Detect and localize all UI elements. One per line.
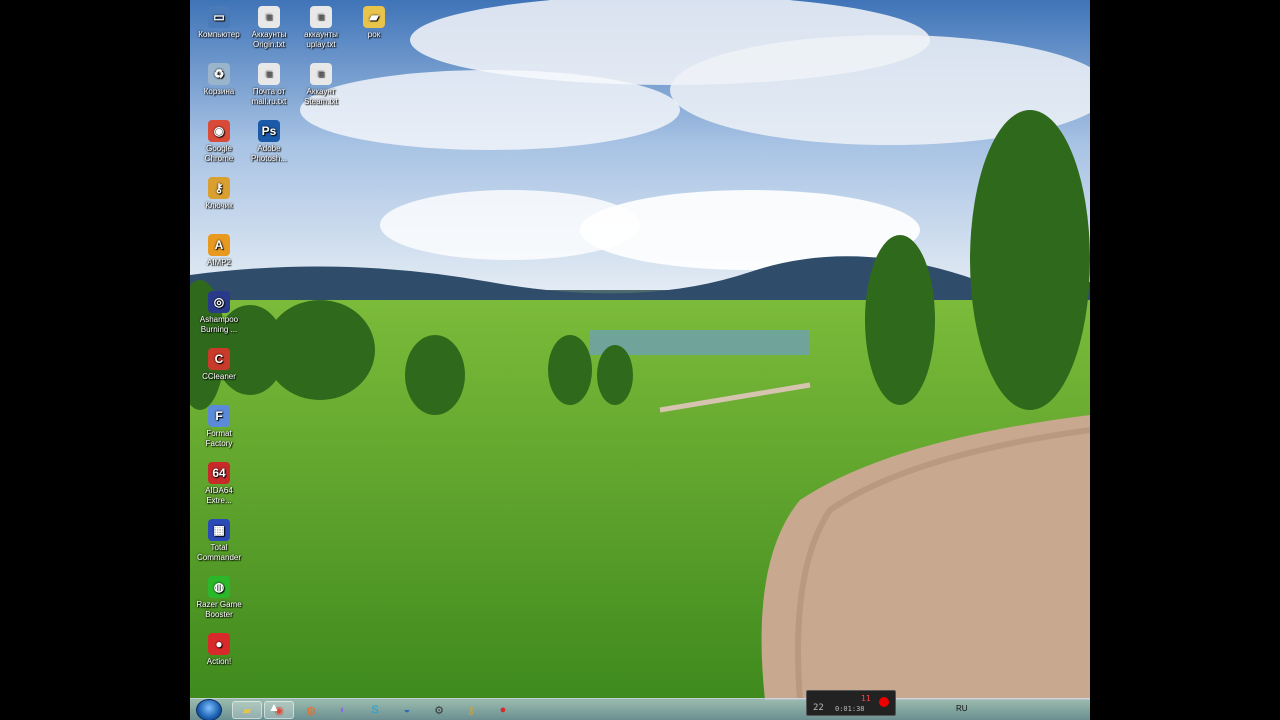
format-factory-icon: F <box>208 405 230 427</box>
desktop-icon[interactable]: F Format Factory <box>193 405 245 449</box>
text-file-icon: ≡ <box>310 63 332 85</box>
recorder-fps: 22 <box>813 703 824 713</box>
desktop-icon-label: Почта от mail.ru.txt <box>251 87 287 106</box>
desktop-icon-label: Ключик <box>205 201 233 210</box>
taskbar-button[interactable]: ◒ <box>392 701 422 719</box>
recycle-bin-icon: ♻ <box>208 63 230 85</box>
start-button[interactable] <box>196 699 222 720</box>
desktop-icon[interactable]: ◍ Razer Game Booster <box>193 576 245 620</box>
desktop-icon[interactable]: ≡ Аккаунт Steam.txt <box>295 63 347 107</box>
taskbar-button[interactable]: ◍ <box>296 701 326 719</box>
desktop: ▭ Компьютер ≡ Аккаунты Origin.txt ≡ аккаунты … <box>190 0 1090 720</box>
desktop-icon-label: Format Factory <box>205 429 233 448</box>
ashampoo-icon: ◎ <box>208 291 230 313</box>
recorder-time: 0:01:38 <box>835 705 865 713</box>
desktop-icon-label: Аккаунты Origin.txt <box>251 30 287 49</box>
desktop-icon-label: Action! <box>206 657 232 666</box>
desktop-icon-label: Adobe Photosh... <box>250 144 288 163</box>
origin-icon: ◍ <box>306 704 316 717</box>
desktop-icon-label: Razer Game Booster <box>196 600 242 619</box>
desktop-icon-label: Total Commander <box>196 543 241 562</box>
recorder-widget[interactable]: 22 0:01:38 11 <box>806 690 896 716</box>
taskbar-button[interactable]: ▰ <box>232 701 262 719</box>
desktop-icon[interactable]: C CCleaner <box>193 348 245 382</box>
key-icon: ⚷ <box>208 177 230 199</box>
taskbar-button[interactable]: ● <box>488 701 518 719</box>
photoshop-icon: Ps <box>258 120 280 142</box>
desktop-icon-label: Аккаунт Steam.txt <box>304 87 338 106</box>
chrome-icon: ◉ <box>208 120 230 142</box>
desktop-icon-label: Компьютер <box>198 30 240 39</box>
explorer-icon: ▰ <box>242 704 252 717</box>
steam-icon: ⚙ <box>434 704 444 717</box>
desktop-icon-label: CCleaner <box>202 372 236 381</box>
desktop-icon[interactable]: ≡ Почта от mail.ru.txt <box>243 63 295 107</box>
aida64-icon: 64 <box>208 462 230 484</box>
desktop-icon[interactable]: 64 AIDA64 Extre... <box>193 462 245 506</box>
desktop-icon[interactable]: ▭ Компьютер <box>193 6 245 40</box>
desktop-icon[interactable]: ● Action! <box>193 633 245 667</box>
total-commander-icon: ▦ <box>208 519 230 541</box>
desktop-icon[interactable]: A AIMP2 <box>193 234 245 268</box>
desktop-icon[interactable]: ≡ Аккаунты Origin.txt <box>243 6 295 50</box>
desktop-icon-label: аккаунты uplay.txt <box>304 30 338 49</box>
taskbar-button[interactable]: ⚷ <box>456 701 486 719</box>
language-indicator[interactable]: RU <box>956 704 968 713</box>
text-file-icon: ≡ <box>258 63 280 85</box>
desktop-icon-label: Google Chrome <box>204 144 234 163</box>
record-icon[interactable] <box>879 697 889 707</box>
key-icon: ⚷ <box>466 704 476 717</box>
taskbar: ▰ ◉ ◍ ◐ S ◒ ⚙ ⚷ ● RU <box>190 698 1090 720</box>
desktop-icon[interactable]: ≡ аккаунты uplay.txt <box>295 6 347 50</box>
desktop-icon-label: AIMP2 <box>206 258 231 267</box>
text-file-icon: ≡ <box>310 6 332 28</box>
desktop-icon-label: Ashampoo Burning ... <box>199 315 239 334</box>
desktop-icon[interactable]: Ps Adobe Photosh... <box>243 120 295 164</box>
globe-icon: ◒ <box>403 704 411 716</box>
taskbar-button[interactable]: ⚙ <box>424 701 454 719</box>
desktop-icon-label: Корзина <box>203 87 235 96</box>
desktop-icon[interactable]: ▦ Total Commander <box>193 519 245 563</box>
action-icon: ● <box>208 633 230 655</box>
desktop-icon[interactable]: ⚷ Ключик <box>193 177 245 211</box>
taskbar-button[interactable]: S <box>360 701 390 719</box>
taskbar-button[interactable]: ◐ <box>328 701 358 719</box>
desktop-icon-label: рок <box>367 30 381 39</box>
desktop-icon-label: AIDA64 Extre... <box>205 486 233 505</box>
computer-icon: ▭ <box>208 6 230 28</box>
recorder-count: 11 <box>861 694 871 703</box>
desktop-icon[interactable]: ▰ рок <box>348 6 400 40</box>
skype-icon: S <box>371 704 379 716</box>
desktop-icon[interactable]: ◎ Ashampoo Burning ... <box>193 291 245 335</box>
mouse-cursor-icon: ▲ <box>268 700 280 714</box>
action-record-icon: ● <box>499 704 507 716</box>
aimp-icon: A <box>208 234 230 256</box>
ccleaner-icon: C <box>208 348 230 370</box>
desktop-icon[interactable]: ◉ Google Chrome <box>193 120 245 164</box>
uplay-icon: ◐ <box>339 704 347 716</box>
folder-icon: ▰ <box>363 6 385 28</box>
text-file-icon: ≡ <box>258 6 280 28</box>
razer-icon: ◍ <box>208 576 230 598</box>
desktop-icon[interactable]: ♻ Корзина <box>193 63 245 97</box>
